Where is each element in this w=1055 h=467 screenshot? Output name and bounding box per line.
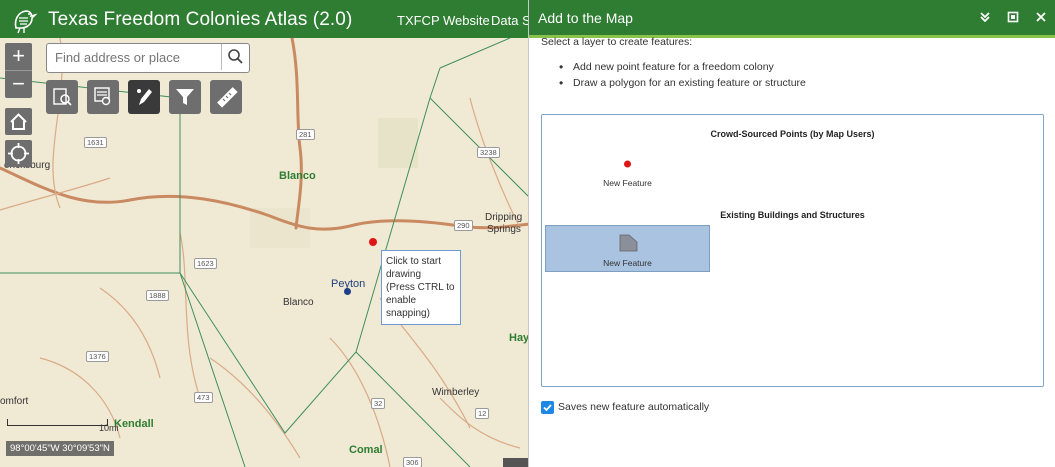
instruction-item: Add new point feature for a freedom colo… <box>559 60 806 77</box>
locate-button[interactable] <box>5 140 32 167</box>
search-input[interactable] <box>47 44 217 70</box>
place-label: Springs <box>487 224 521 235</box>
panel-header: Add to the Map <box>529 0 1055 38</box>
autosave-label: Saves new feature automatically <box>558 401 710 413</box>
panel-title: Add to the Map <box>538 10 633 26</box>
map-view[interactable]: Blanco Blanco Peyton ericksburg Dripping… <box>0 38 530 467</box>
place-label: Blanco <box>283 297 314 308</box>
scale-bar <box>7 419 108 426</box>
highway-shield: 1623 <box>194 258 217 269</box>
coordinate-readout: 98°00'45"W 30°09'53"N <box>6 441 114 456</box>
place-label: Wimberley <box>432 387 480 398</box>
query-button[interactable] <box>87 80 119 114</box>
highway-shield: 290 <box>454 220 473 231</box>
instruction-item: Draw a polygon for an existing feature o… <box>559 76 806 93</box>
polygon-icon <box>619 234 638 252</box>
search-button[interactable] <box>221 44 249 70</box>
maximize-icon[interactable] <box>1006 10 1020 24</box>
query-icon <box>94 87 111 106</box>
highway-shield: 1376 <box>86 351 109 362</box>
txfcp-website-link[interactable]: TXFCP Website <box>397 13 490 28</box>
template-group-heading: Crowd-Sourced Points (by Map Users) <box>710 129 875 139</box>
add-to-map-panel: Add to the Map Select a layer to create … <box>528 0 1055 467</box>
tooltip-line-1: Click to start drawing <box>386 256 442 280</box>
scale-label: 10mi <box>99 423 119 433</box>
template-label: New Feature <box>603 178 652 188</box>
template-group-heading: Existing Buildings and Structures <box>720 210 865 220</box>
place-label: Dripping <box>485 212 523 223</box>
search-layer-button[interactable] <box>46 80 78 114</box>
highway-shield: 12 <box>475 408 490 419</box>
app-title: Texas Freedom Colonies Atlas (2.0) <box>48 9 353 30</box>
point-feature-template[interactable]: New Feature <box>545 149 710 196</box>
highway-shield: 281 <box>296 129 315 140</box>
bird-logo-icon <box>14 10 38 34</box>
measure-button[interactable] <box>210 80 242 114</box>
draw-button[interactable] <box>128 80 160 114</box>
collapse-icon[interactable] <box>978 10 992 24</box>
tooltip-line-2: (Press CTRL to enable snapping) <box>386 282 455 319</box>
close-icon[interactable] <box>1034 10 1048 24</box>
place-label: Hay <box>509 332 530 344</box>
feature-template-picker: Crowd-Sourced Points (by Map Users) New … <box>541 114 1044 387</box>
home-button[interactable] <box>5 108 32 135</box>
instruction-list: Add new point feature for a freedom colo… <box>559 60 806 93</box>
template-label: New Feature <box>603 258 652 268</box>
highway-shield: 473 <box>194 392 213 403</box>
locate-icon <box>8 143 29 164</box>
place-label: Comal <box>349 444 383 456</box>
measure-icon <box>217 87 238 108</box>
map-corner-button[interactable] <box>503 458 530 467</box>
zoom-out-button[interactable]: − <box>5 71 32 98</box>
search-layer-icon <box>53 88 72 106</box>
highway-shield: 306 <box>403 457 422 467</box>
zoom-control: + − <box>5 43 32 98</box>
red-point-icon <box>624 160 631 168</box>
zoom-in-button[interactable]: + <box>5 43 32 70</box>
place-label: Blanco <box>279 170 316 182</box>
polygon-feature-template[interactable]: New Feature <box>545 225 710 272</box>
checkmark-icon <box>543 404 552 412</box>
autosave-checkbox[interactable] <box>541 401 554 414</box>
highway-shield: 3238 <box>477 147 500 158</box>
place-label: Kendall <box>114 418 154 430</box>
home-icon <box>10 113 27 130</box>
new-point-feature[interactable] <box>369 238 377 246</box>
draw-tooltip: Click to start drawing (Press CTRL to en… <box>381 250 461 325</box>
highway-shield: 1631 <box>84 137 107 148</box>
highway-shield: 32 <box>371 398 386 409</box>
freedom-colony-point[interactable] <box>344 288 351 295</box>
highway-shield: 1888 <box>146 290 169 301</box>
draw-pen-icon <box>137 89 152 105</box>
filter-button[interactable] <box>169 80 201 114</box>
place-label: omfort <box>0 396 29 407</box>
search-widget <box>46 43 250 73</box>
filter-icon <box>176 89 194 105</box>
panel-instructions: Select a layer to create features: <box>541 36 693 48</box>
search-icon <box>228 49 243 64</box>
